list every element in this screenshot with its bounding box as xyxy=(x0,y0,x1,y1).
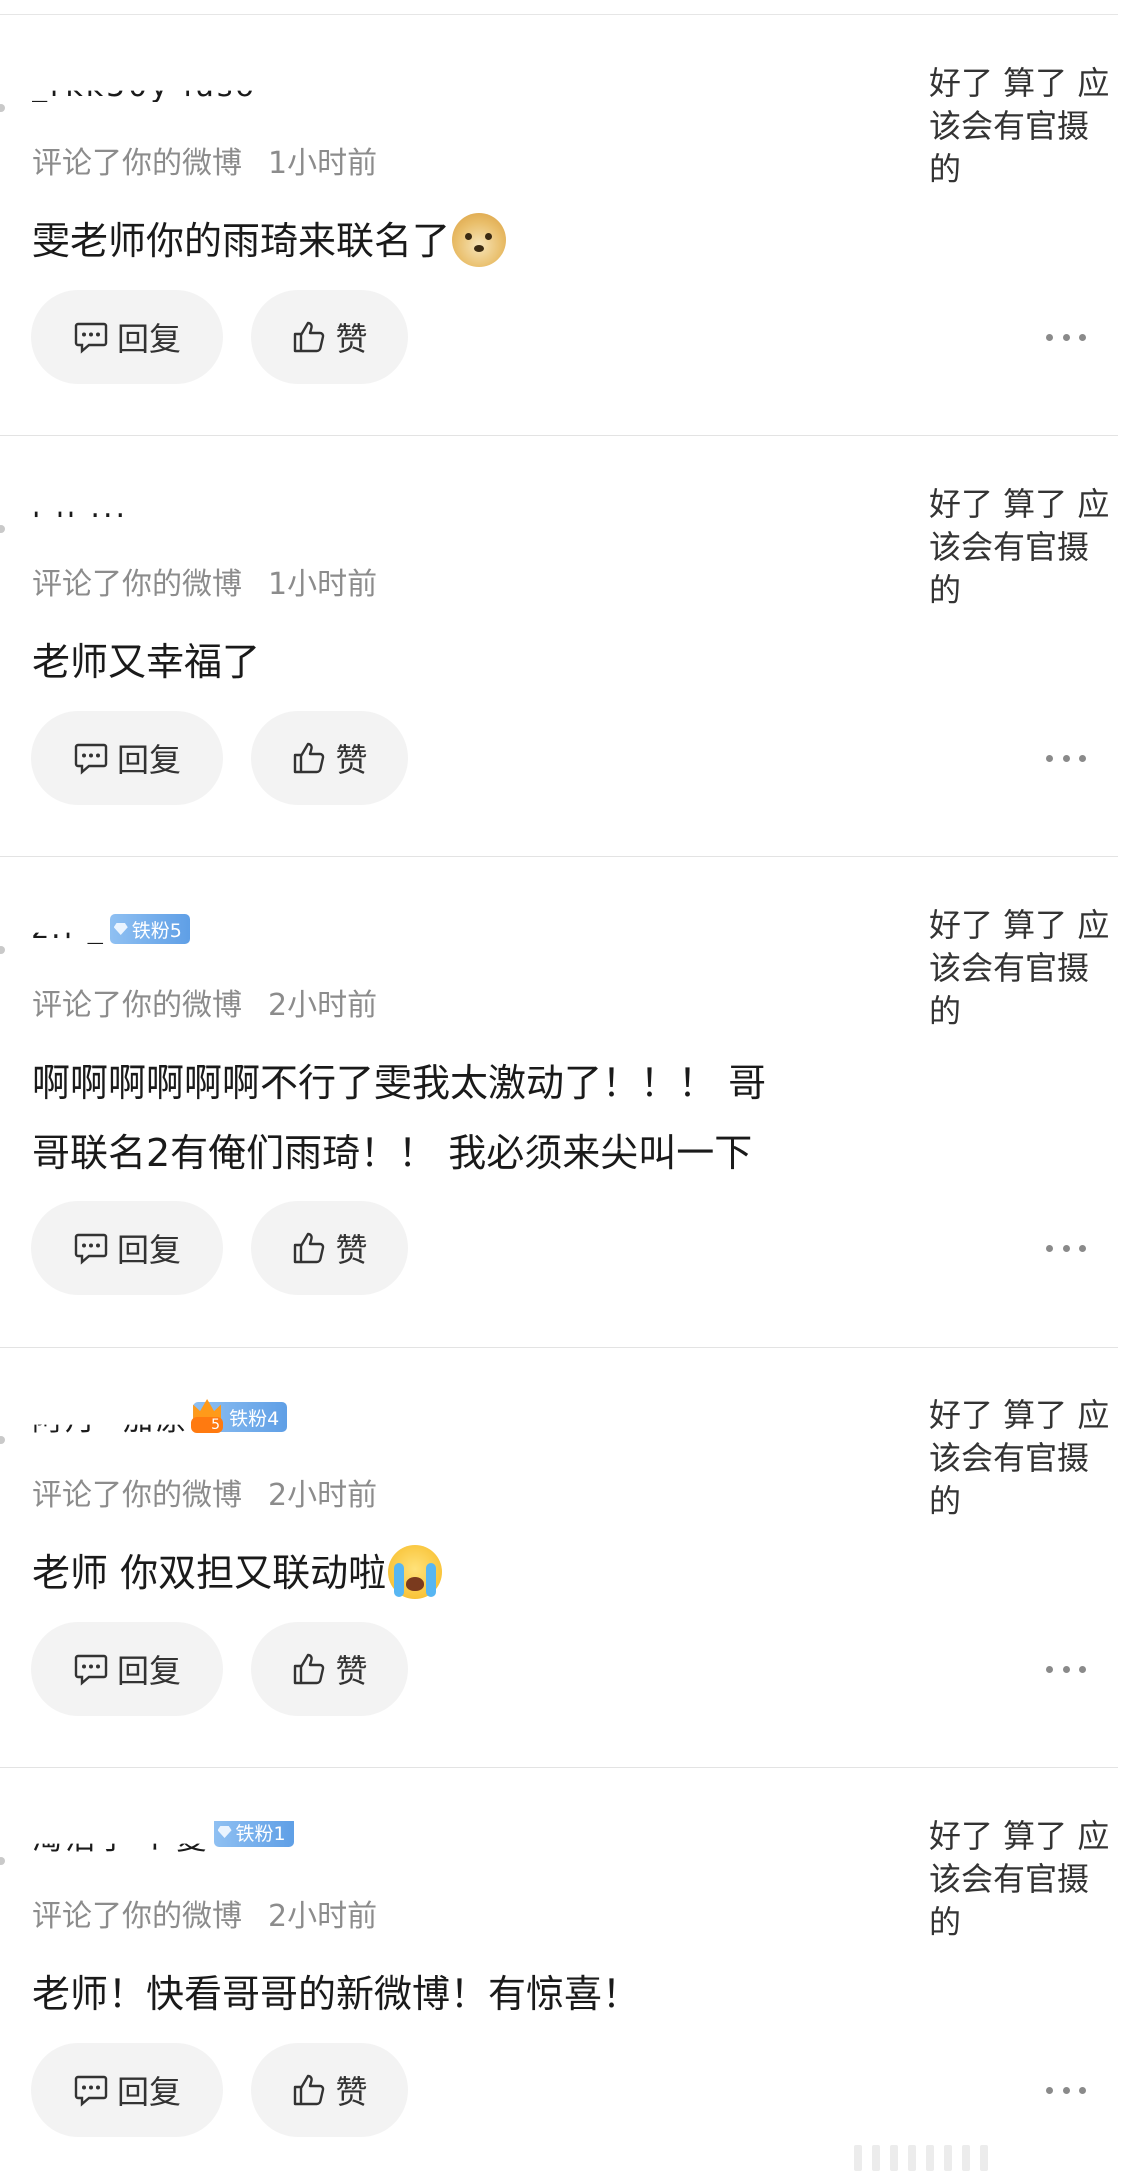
thumbs-up-icon xyxy=(294,1653,325,1685)
reply-icon xyxy=(74,743,108,775)
username[interactable]: 淘洎于 ト复 铁粉1 xyxy=(32,1821,294,1855)
more-options-icon[interactable] xyxy=(1046,1228,1086,1268)
avatar-edge xyxy=(0,946,5,954)
reply-label: 回复 xyxy=(116,741,181,779)
reply-button[interactable]: 回复 xyxy=(31,2043,223,2137)
top-divider xyxy=(0,14,1118,15)
meta-label: 评论了你的微博 xyxy=(32,1478,242,1513)
thumbs-up-icon xyxy=(294,1232,325,1264)
like-label: 赞 xyxy=(335,2073,368,2111)
like-button[interactable]: 赞 xyxy=(251,1622,408,1716)
fan-badge[interactable]: 5 铁粉4 xyxy=(191,1399,288,1433)
reply-button[interactable]: 回复 xyxy=(31,1622,223,1716)
comment-text: 老师 你双担又联动啦 xyxy=(32,1538,872,1608)
username[interactable]: 阿月 ·加原 5 铁粉4 xyxy=(32,1392,288,1436)
comment-card: 淘洎于 ト复 铁粉1 评论了你的微博 2小时前 老师！快看哥哥的新微博！有惊喜！ … xyxy=(0,1769,1118,2178)
comment-meta: 评论了你的微博 2小时前 xyxy=(32,1470,377,1514)
comment-meta: 评论了你的微博 2小时前 xyxy=(32,980,377,1024)
thumbs-up-icon xyxy=(294,742,325,774)
diamond-icon xyxy=(217,1826,232,1838)
divider xyxy=(0,435,1118,436)
reply-icon xyxy=(74,322,108,354)
reply-button[interactable]: 回复 xyxy=(31,1201,223,1295)
more-options-icon[interactable] xyxy=(1046,317,1086,357)
timestamp: 1小时前 xyxy=(268,567,378,602)
timestamp: 2小时前 xyxy=(268,1478,378,1513)
comment-card: _rkk50y luso 评论了你的微博 1小时前 雯老师你的雨琦来联名了 回复 … xyxy=(0,16,1118,436)
meta-label: 评论了你的微博 xyxy=(32,1899,242,1934)
reply-label: 回复 xyxy=(116,2073,181,2111)
side-note: 好了 算了 应该会有官摄的 xyxy=(929,1817,1110,1941)
thumbs-up-icon xyxy=(294,321,325,353)
reply-label: 回复 xyxy=(116,1652,181,1690)
timestamp: 1小时前 xyxy=(268,146,378,181)
fan-badge[interactable]: 铁粉5 xyxy=(109,914,190,944)
like-label: 赞 xyxy=(335,741,368,779)
fan-badge[interactable]: 铁粉1 xyxy=(213,1821,294,1847)
comment-meta: 评论了你的微博 1小时前 xyxy=(32,559,377,603)
avatar-edge xyxy=(0,525,5,533)
like-label: 赞 xyxy=(335,320,368,358)
comment-text: 啊啊啊啊啊啊不行了雯我太激动了！！！ 哥 哥联名2有俺们雨琦！！ 我必须来尖叫一… xyxy=(32,1061,767,1175)
reply-button[interactable]: 回复 xyxy=(31,290,223,384)
avatar-edge xyxy=(0,1857,5,1865)
diamond-icon xyxy=(113,923,128,935)
more-options-icon[interactable] xyxy=(1046,2070,1086,2110)
reply-icon xyxy=(74,2075,108,2107)
username[interactable]: _rkk50y luso xyxy=(32,68,257,102)
reply-label: 回复 xyxy=(116,320,181,358)
like-button[interactable]: 赞 xyxy=(251,290,408,384)
divider xyxy=(0,1767,1118,1768)
crying-emoji-icon xyxy=(388,1544,443,1599)
reply-label: 回复 xyxy=(116,1231,181,1269)
comment-text: 雯老师你的雨琦来联名了 xyxy=(32,206,872,276)
more-options-icon[interactable] xyxy=(1046,1649,1086,1689)
comment-text: 老师！快看哥哥的新微博！有惊喜！ xyxy=(32,1972,641,2016)
comment-meta: 评论了你的微博 2小时前 xyxy=(32,1891,377,1935)
comment-card: l ñ ... ··· ' 评论了你的微博 1小时前 老师又幸福了 回复 赞 好了… xyxy=(0,437,1118,857)
like-button[interactable]: 赞 xyxy=(251,1201,408,1295)
comment-card: z:i _ 铁粉5 评论了你的微博 2小时前 啊啊啊啊啊啊不行了雯我太激动了！！！… xyxy=(0,858,1118,1348)
nav-bar-watermark xyxy=(854,2145,994,2171)
thumbs-up-icon xyxy=(294,2074,325,2106)
divider xyxy=(0,856,1118,857)
comment-text: 老师又幸福了 xyxy=(32,640,261,684)
like-label: 赞 xyxy=(335,1652,368,1690)
avatar-edge xyxy=(0,1436,5,1444)
username[interactable]: l ñ ... ··· ' xyxy=(32,489,202,523)
side-note: 好了 算了 应该会有官摄的 xyxy=(929,64,1110,188)
doge-emoji-icon xyxy=(452,212,507,267)
crown-icon: 5 xyxy=(189,1397,225,1436)
meta-label: 评论了你的微博 xyxy=(32,567,242,602)
comment-meta: 评论了你的微博 1小时前 xyxy=(32,138,377,182)
side-note: 好了 算了 应该会有官摄的 xyxy=(929,1396,1110,1520)
side-note: 好了 算了 应该会有官摄的 xyxy=(929,485,1110,609)
meta-label: 评论了你的微博 xyxy=(32,146,242,181)
like-button[interactable]: 赞 xyxy=(251,2043,408,2137)
more-options-icon[interactable] xyxy=(1046,738,1086,778)
like-label: 赞 xyxy=(335,1231,368,1269)
timestamp: 2小时前 xyxy=(268,988,378,1023)
like-button[interactable]: 赞 xyxy=(251,711,408,805)
username[interactable]: z:i _ 铁粉5 xyxy=(32,910,190,944)
timestamp: 2小时前 xyxy=(268,1899,378,1934)
meta-label: 评论了你的微博 xyxy=(32,988,242,1023)
avatar-edge xyxy=(0,104,5,112)
reply-button[interactable]: 回复 xyxy=(31,711,223,805)
reply-icon xyxy=(74,1233,108,1265)
reply-icon xyxy=(74,1654,108,1686)
comment-card: 阿月 ·加原 5 铁粉4 评论了你的微博 2小时前 老师 你双担又联动啦 回复 赞… xyxy=(0,1348,1118,1768)
side-note: 好了 算了 应该会有官摄的 xyxy=(929,906,1110,1030)
